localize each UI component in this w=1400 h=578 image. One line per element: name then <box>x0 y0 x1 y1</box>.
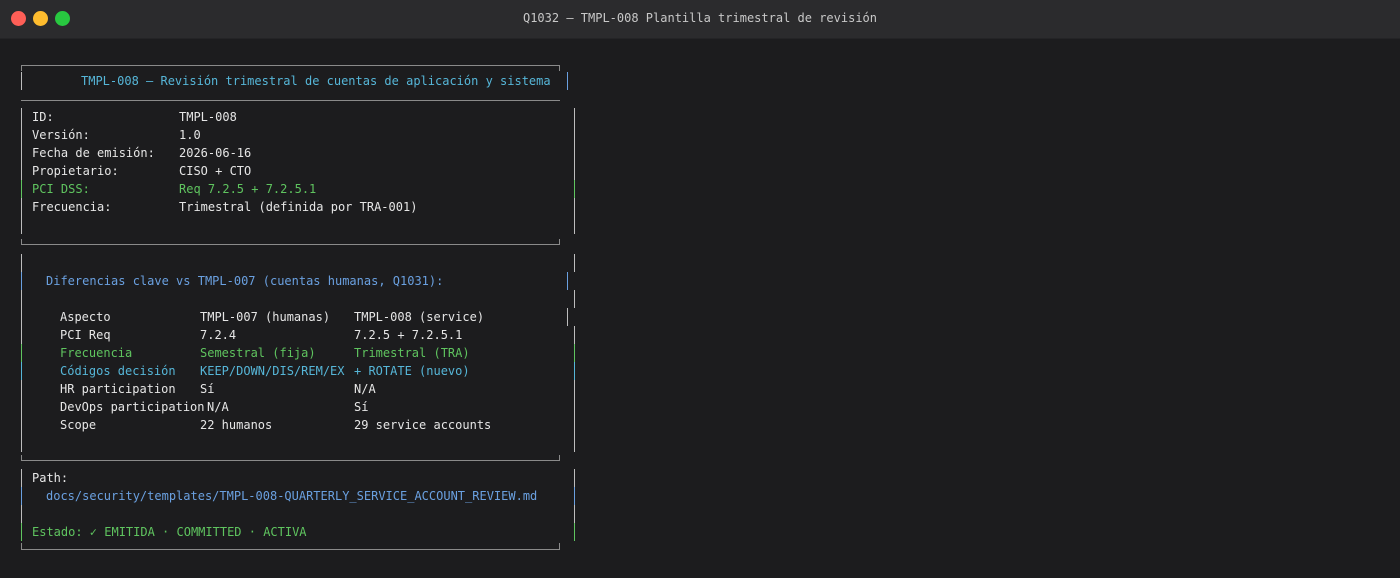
table-cell: + ROTATE (nuevo) <box>354 364 470 378</box>
document-header: TMPL-008 — Revisión trimestral de cuenta… <box>81 74 551 88</box>
table-cell: Semestral (fija) <box>200 346 316 360</box>
meta-label: Frecuencia: <box>32 200 112 214</box>
table-cell: DevOps participation <box>60 400 205 414</box>
status-line: Estado: ✓ EMITIDA · COMMITTED · ACTIVA <box>32 525 307 539</box>
table-cell: 7.2.4 <box>200 328 237 342</box>
file-path[interactable]: docs/security/templates/TMPL-008-QUARTER… <box>46 487 537 505</box>
table-cell: 22 humanos <box>200 418 273 432</box>
table-cell: N/A <box>354 382 376 396</box>
meta-label: Versión: <box>32 128 90 142</box>
diff-section-title: Diferencias clave vs TMPL-007 (cuentas h… <box>46 274 444 288</box>
table-cell: Códigos decisión <box>60 364 176 378</box>
terminal-output[interactable]: TMPL-008 — Revisión trimestral de cuenta… <box>0 39 1400 578</box>
box-border-top <box>21 65 560 66</box>
table-cell: HR participation <box>60 382 176 396</box>
meta-value: 1.0 <box>179 128 201 142</box>
table-header: Aspecto <box>60 310 111 324</box>
table-cell: N/A <box>207 400 229 414</box>
table-header: TMPL-007 (humanas) <box>200 310 331 324</box>
path-label: Path: <box>32 471 69 485</box>
table-cell: KEEP/DOWN/DIS/REM/EX <box>200 364 345 378</box>
meta-label: PCI DSS: <box>32 182 90 196</box>
window-title: Q1032 — TMPL-008 Plantilla trimestral de… <box>522 11 877 25</box>
meta-value: TMPL-008 <box>179 110 237 124</box>
meta-value: Trimestral (definida por TRA-001) <box>179 200 418 214</box>
table-cell: 29 service accounts <box>354 418 492 432</box>
box-divider <box>21 244 560 245</box>
table-cell: Trimestral (TRA) <box>354 346 470 360</box>
meta-label: Propietario: <box>32 164 119 178</box>
meta-value: CISO + CTO <box>179 164 252 178</box>
table-cell: Frecuencia <box>60 346 133 360</box>
table-cell: 7.2.5 + 7.2.5.1 <box>354 328 463 342</box>
box-divider <box>21 460 560 461</box>
box-divider <box>21 100 560 101</box>
box-border-bottom <box>21 549 560 550</box>
meta-label: ID: <box>32 110 54 124</box>
window-titlebar: Q1032 — TMPL-008 Plantilla trimestral de… <box>0 0 1400 39</box>
table-cell: Sí <box>354 400 369 414</box>
table-cell: PCI Req <box>60 328 111 342</box>
table-cell: Scope <box>60 418 97 432</box>
meta-value: 2026-06-16 <box>179 146 252 160</box>
meta-value: Req 7.2.5 + 7.2.5.1 <box>179 182 317 196</box>
meta-label: Fecha de emisión: <box>32 146 155 160</box>
table-cell: Sí <box>200 382 215 396</box>
table-header: TMPL-008 (service) <box>354 310 485 324</box>
